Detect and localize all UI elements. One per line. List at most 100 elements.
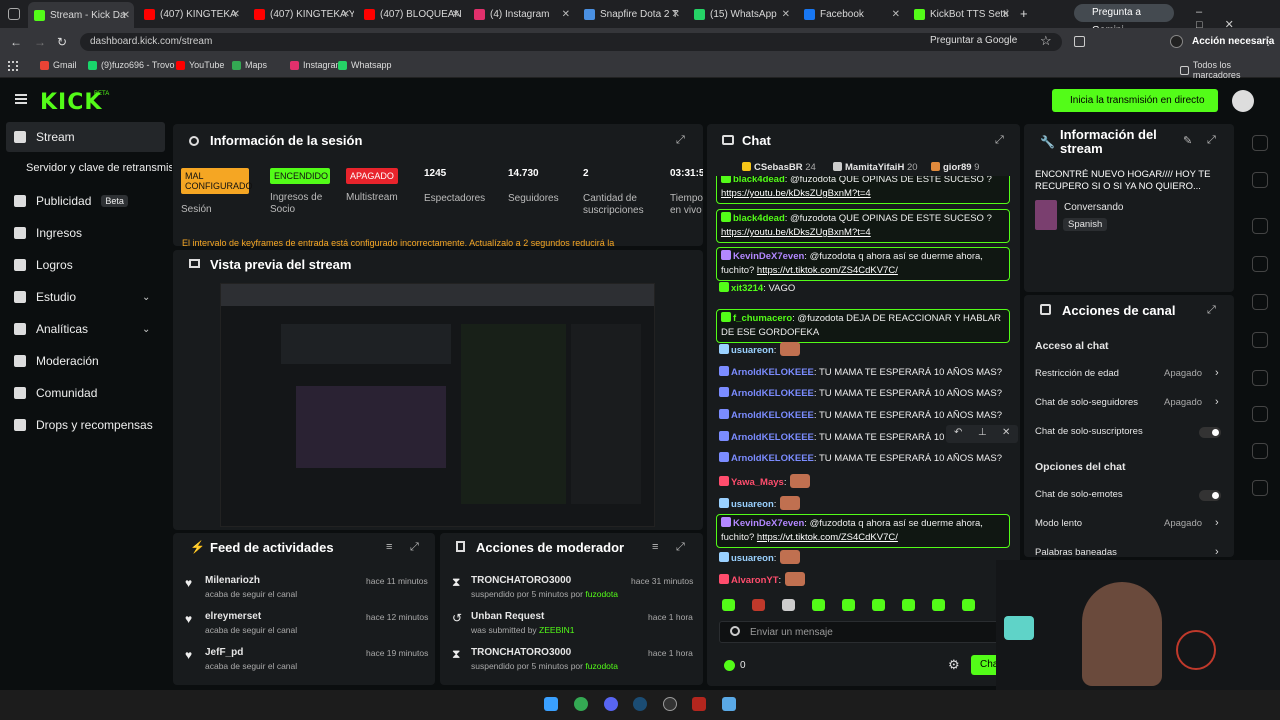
- browser-tab[interactable]: (4) Instagram ✕: [468, 4, 574, 24]
- chat-link[interactable]: https://youtu.be/kDksZUgBxnM?t=4: [721, 227, 871, 238]
- bookmark-star-icon[interactable]: ☆: [1040, 33, 1052, 49]
- reload-icon[interactable]: ↻: [57, 35, 67, 49]
- sidebar-item[interactable]: Analíticas ⌄: [14, 322, 150, 336]
- browser-tab[interactable]: Stream - Kick Da ✕: [28, 2, 134, 28]
- browser-tab[interactable]: KickBot TTS Setti ✕: [908, 4, 1014, 24]
- tab-close-icon[interactable]: ✕: [562, 9, 570, 20]
- activity-user[interactable]: JefF_pd: [205, 647, 243, 658]
- obs-taskbar-icon[interactable]: [663, 697, 677, 711]
- pin-icon[interactable]: ⊥: [978, 427, 987, 438]
- chat-message[interactable]: ArnoldKELOKEEE: TU MAMA TE ESPERARÁ 10 A…: [719, 409, 1014, 423]
- sidebar-item[interactable]: Comunidad: [14, 386, 97, 400]
- tab-close-icon[interactable]: ✕: [452, 9, 460, 20]
- chat-message[interactable]: usuareon:: [719, 550, 1014, 566]
- tab-search-icon[interactable]: [8, 8, 20, 20]
- steam-taskbar-icon[interactable]: [633, 697, 647, 711]
- chat-message[interactable]: usuareon:: [719, 342, 1014, 358]
- sidebar-item[interactable]: Drops y recompensas: [14, 418, 153, 432]
- chat-username[interactable]: AlvaronYT: [731, 575, 779, 586]
- chat-message[interactable]: ArnoldKELOKEEE: TU MAMA TE ESPERARÁ 10 A…: [719, 387, 1014, 401]
- rail-tool-icon[interactable]: [1252, 135, 1268, 151]
- chat-username[interactable]: black4dead: [733, 176, 785, 185]
- bookmark-item[interactable]: Maps: [232, 60, 267, 70]
- emote-icon[interactable]: [932, 599, 945, 611]
- emote-icon[interactable]: [752, 599, 765, 611]
- hamburger-menu-icon[interactable]: [15, 94, 27, 104]
- tab-close-icon[interactable]: ✕: [1002, 9, 1010, 20]
- emote-icon[interactable]: [782, 599, 795, 611]
- sidebar-item[interactable]: Estudio ⌄: [14, 290, 150, 304]
- points-icon[interactable]: [724, 660, 735, 671]
- new-tab-icon[interactable]: +: [1020, 6, 1028, 21]
- chat-link[interactable]: https://vt.tiktok.com/ZS4CdKV7C/: [757, 265, 898, 276]
- sidebar-item[interactable]: Servidor y clave de retransmisión: [26, 162, 172, 174]
- chat-message[interactable]: KevinDeX7even: @fuzodota q ahora así se …: [716, 514, 1010, 548]
- chat-message[interactable]: black4dead: @fuzodota QUE OPINAS DE ESTE…: [716, 209, 1010, 243]
- discord-taskbar-icon[interactable]: [604, 697, 618, 711]
- bookmark-item[interactable]: Whatsapp: [338, 60, 392, 70]
- browser-tab[interactable]: Facebook ✕: [798, 4, 904, 24]
- emote-icon[interactable]: [722, 599, 735, 611]
- sidebar-item[interactable]: Stream: [14, 130, 75, 144]
- bookmark-item[interactable]: (9)fuzo696 - Trovo: [88, 60, 175, 70]
- activity-filter-icon[interactable]: ≡: [386, 541, 392, 553]
- chat-message[interactable]: KevinDeX7even: @fuzodota q ahora así se …: [716, 247, 1010, 281]
- chrome-taskbar-icon[interactable]: [574, 697, 588, 711]
- reply-icon[interactable]: ↶: [954, 427, 962, 438]
- chat-username[interactable]: Yawa_Mays: [731, 477, 784, 488]
- chat-link[interactable]: https://youtu.be/kDksZUgBxnM?t=4: [721, 188, 871, 199]
- toggle-switch[interactable]: [1199, 427, 1221, 438]
- chat-username[interactable]: f_chumacero: [733, 313, 792, 324]
- chat-username[interactable]: xit3214: [731, 283, 763, 294]
- rail-tool-icon[interactable]: [1252, 480, 1268, 496]
- mod-action-by[interactable]: fuzodota: [585, 661, 618, 671]
- browser-tab[interactable]: (15) WhatsApp ✕: [688, 4, 794, 24]
- tab-close-icon[interactable]: ✕: [122, 10, 130, 21]
- chat-username[interactable]: ArnoldKELOKEEE: [731, 388, 814, 399]
- back-icon[interactable]: ←: [10, 35, 22, 49]
- chevron-right-icon[interactable]: ›: [1215, 367, 1219, 379]
- rail-tool-icon[interactable]: [1252, 172, 1268, 188]
- bookmark-item[interactable]: Gmail: [40, 60, 77, 70]
- profile-avatar[interactable]: [1170, 35, 1183, 48]
- chat-username[interactable]: usuareon: [731, 499, 774, 510]
- chat-username[interactable]: ArnoldKELOKEEE: [731, 410, 814, 421]
- mod-action-user[interactable]: Unban Request: [471, 611, 544, 622]
- rail-tool-icon[interactable]: [1252, 370, 1268, 386]
- stream-preview-video[interactable]: [220, 283, 655, 527]
- tab-close-icon[interactable]: ✕: [782, 9, 790, 20]
- chat-message[interactable]: Yawa_Mays:: [719, 474, 1014, 490]
- channel-setting-value[interactable]: Apagado: [1164, 368, 1202, 379]
- modactions-expand-icon[interactable]: ⤢: [676, 541, 685, 554]
- edit-info-icon[interactable]: ✎: [1183, 134, 1192, 147]
- toggle-switch[interactable]: [1199, 490, 1221, 501]
- chat-message[interactable]: usuareon:: [719, 496, 1014, 512]
- sidebar-item[interactable]: Moderación: [14, 354, 99, 368]
- info-expand-icon[interactable]: ⤢: [1207, 134, 1216, 147]
- rail-tool-icon[interactable]: [1252, 332, 1268, 348]
- activity-user[interactable]: Milenariozh: [205, 575, 260, 586]
- delete-icon[interactable]: ✕: [1002, 427, 1010, 438]
- chat-username[interactable]: ArnoldKELOKEEE: [731, 432, 814, 443]
- activity-expand-icon[interactable]: ⤢: [410, 541, 419, 554]
- chat-link[interactable]: https://vt.tiktok.com/ZS4CdKV7C/: [757, 532, 898, 543]
- chat-message[interactable]: AlvaronYT:: [719, 572, 1014, 588]
- forward-icon[interactable]: →: [34, 35, 46, 49]
- bookmark-item[interactable]: Instagram: [290, 60, 343, 70]
- chat-username[interactable]: KevinDeX7even: [733, 251, 804, 262]
- go-live-button[interactable]: Inicia la transmisión en directo: [1052, 89, 1218, 112]
- browser-tab[interactable]: (407) KINGTEKA ✕: [138, 4, 244, 24]
- chat-message[interactable]: ArnoldKELOKEEE: TU MAMA TE ESPERARÁ 10 A…: [719, 366, 1014, 380]
- chat-input[interactable]: Enviar un mensaje: [719, 621, 1009, 643]
- rail-tool-icon[interactable]: [1252, 294, 1268, 310]
- bookmark-item[interactable]: YouTube: [176, 60, 224, 70]
- emote-icon[interactable]: [872, 599, 885, 611]
- rail-tool-icon[interactable]: [1252, 406, 1268, 422]
- gemini-button[interactable]: Pregunta a Gemini: [1074, 4, 1174, 36]
- emote-icon[interactable]: [842, 599, 855, 611]
- rail-tool-icon[interactable]: [1252, 256, 1268, 272]
- chat-username[interactable]: usuareon: [731, 553, 774, 564]
- apps-grid-icon[interactable]: [8, 61, 18, 71]
- tab-close-icon[interactable]: ✕: [232, 9, 240, 20]
- mod-action-by[interactable]: fuzodota: [585, 589, 618, 599]
